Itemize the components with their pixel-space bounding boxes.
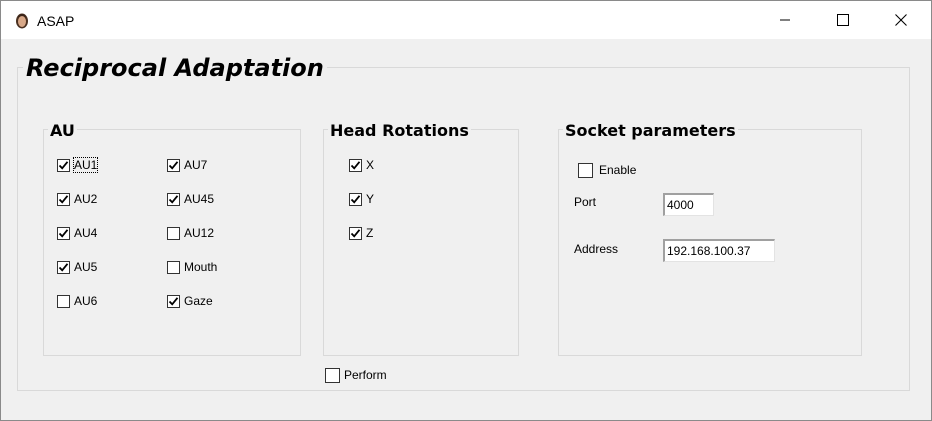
checkmark-icon xyxy=(58,228,69,238)
maximize-icon xyxy=(837,14,849,26)
minimize-button[interactable] xyxy=(756,1,814,39)
checkmark-icon xyxy=(350,194,361,204)
checkbox-icon[interactable] xyxy=(57,158,70,172)
checkmark-icon xyxy=(168,194,179,204)
checkbox-icon[interactable] xyxy=(349,192,362,206)
checkbox-icon[interactable] xyxy=(167,260,180,274)
au-au6-label: AU6 xyxy=(74,294,98,308)
au-au1-checkbox[interactable]: AU1 xyxy=(57,157,99,173)
au-au5-label: AU5 xyxy=(74,260,98,274)
checkbox-icon[interactable] xyxy=(167,294,180,308)
maximize-button[interactable] xyxy=(814,1,872,39)
checkbox-icon[interactable] xyxy=(578,162,593,178)
avatar-icon xyxy=(15,13,29,29)
minimize-icon xyxy=(780,19,790,21)
port-label: Port xyxy=(574,195,597,209)
au-au7-checkbox[interactable]: AU7 xyxy=(167,157,207,173)
title-bar[interactable]: ASAP xyxy=(1,1,931,39)
au-au45-label: AU45 xyxy=(184,192,215,206)
checkbox-icon[interactable] xyxy=(349,158,362,172)
enable-checkbox[interactable]: Enable xyxy=(578,162,636,178)
rotation-y-label: Y xyxy=(366,192,375,206)
checkmark-icon xyxy=(58,160,69,170)
checkmark-icon xyxy=(168,296,179,306)
checkbox-icon[interactable] xyxy=(57,260,70,274)
checkmark-icon xyxy=(58,262,69,272)
checkbox-icon[interactable] xyxy=(325,367,340,383)
close-icon xyxy=(895,14,907,26)
au-au12-checkbox[interactable]: AU12 xyxy=(167,225,214,241)
au-au2-checkbox[interactable]: AU2 xyxy=(57,191,97,207)
au-au7-label: AU7 xyxy=(184,158,208,172)
au-gaze-label: Gaze xyxy=(184,294,213,308)
au-mouth-label: Mouth xyxy=(184,260,218,274)
checkbox-icon[interactable] xyxy=(167,192,180,206)
main-group-title: Reciprocal Adaptation xyxy=(23,53,327,83)
au-au1-label: AU1 xyxy=(72,157,99,173)
au-au5-checkbox[interactable]: AU5 xyxy=(57,259,97,275)
checkbox-icon[interactable] xyxy=(57,192,70,206)
checkmark-icon xyxy=(350,228,361,238)
socket-parameters-group-title: Socket parameters xyxy=(563,121,738,141)
checkmark-icon xyxy=(168,160,179,170)
rotation-z-checkbox[interactable]: Z xyxy=(349,225,373,241)
port-field[interactable]: 4000 xyxy=(663,193,714,216)
au-au4-label: AU4 xyxy=(74,226,98,240)
checkbox-icon[interactable] xyxy=(57,226,70,240)
close-button[interactable] xyxy=(872,1,930,39)
window-title: ASAP xyxy=(37,13,75,29)
asap-window: ASAP Reciprocal Adaptation AU AU1 AU2 AU4 A… xyxy=(0,0,932,421)
checkbox-icon[interactable] xyxy=(57,294,70,308)
rotation-z-label: Z xyxy=(366,226,374,240)
enable-label: Enable xyxy=(599,163,637,177)
head-rotations-group-title: Head Rotations xyxy=(328,121,471,141)
perform-checkbox[interactable]: Perform xyxy=(325,367,387,383)
au-au2-label: AU2 xyxy=(74,192,98,206)
address-label: Address xyxy=(574,242,619,256)
checkbox-icon[interactable] xyxy=(167,226,180,240)
au-au45-checkbox[interactable]: AU45 xyxy=(167,191,214,207)
perform-label: Perform xyxy=(344,368,387,382)
au-mouth-checkbox[interactable]: Mouth xyxy=(167,259,217,275)
checkmark-icon xyxy=(350,160,361,170)
checkbox-icon[interactable] xyxy=(167,158,180,172)
au-au6-checkbox[interactable]: AU6 xyxy=(57,293,97,309)
address-field[interactable]: 192.168.100.37 xyxy=(663,239,775,262)
au-au4-checkbox[interactable]: AU4 xyxy=(57,225,97,241)
rotation-y-checkbox[interactable]: Y xyxy=(349,191,374,207)
checkmark-icon xyxy=(58,194,69,204)
rotation-x-checkbox[interactable]: X xyxy=(349,157,374,173)
au-gaze-checkbox[interactable]: Gaze xyxy=(167,293,213,309)
au-au12-label: AU12 xyxy=(184,226,215,240)
au-group-title: AU xyxy=(48,121,77,141)
checkbox-icon[interactable] xyxy=(349,226,362,240)
rotation-x-label: X xyxy=(366,158,375,172)
